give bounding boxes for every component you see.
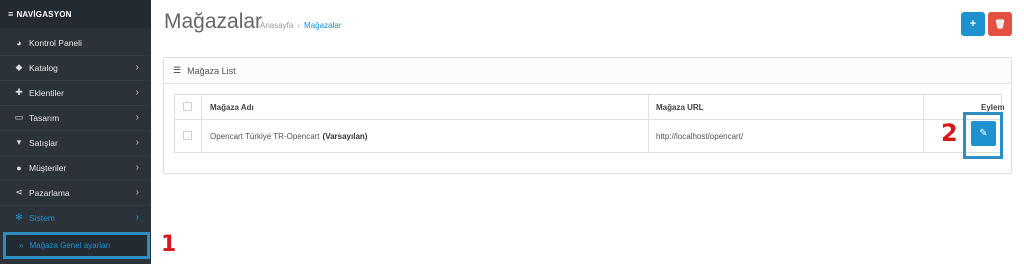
add-button[interactable]: + — [961, 12, 985, 36]
breadcrumb-home-link[interactable]: Anasayfa — [260, 21, 293, 30]
sidebar-item-label: Pazarlama — [29, 187, 70, 198]
chevron-right-icon: › — [135, 137, 139, 148]
store-table: Mağaza Adı Mağaza URL Eylem Opencart Tür… — [174, 94, 1005, 153]
chevron-right-icon: › — [135, 162, 139, 173]
pencil-icon: ✎ — [979, 128, 988, 139]
sidebar-item-label: Katalog — [29, 62, 58, 73]
sidebar-subitem-store-settings[interactable]: » Mağaza Genel ayarları — [3, 232, 150, 259]
store-name: Opencart Türkiye TR-Opencart — [210, 131, 320, 141]
chevron-right-icon: › — [135, 212, 139, 223]
puzzle-icon: ✚ — [15, 87, 23, 97]
column-header-store-name[interactable]: Mağaza Adı — [210, 95, 254, 119]
cart-icon: ▾ — [16, 137, 22, 147]
list-icon: ☰ — [173, 65, 182, 75]
sidebar-item-label: Satışlar — [29, 137, 58, 148]
sidebar: ≡ NAVİGASYON ◕ Kontrol Paneli ◆ Katalog … — [0, 0, 151, 264]
callout-number-one: 1 — [161, 232, 177, 257]
sidebar-item-dashboard[interactable]: ◕ Kontrol Paneli — [0, 30, 151, 55]
panel-heading: ☰ Mağaza List — [164, 58, 1011, 84]
store-list-panel: ☰ Mağaza List Mağaza Adı Mağaza URL Eyle… — [163, 57, 1012, 174]
store-name-cell: Opencart Türkiye TR-Opencart (Varsayılan) — [210, 120, 367, 152]
gear-icon: ✻ — [15, 212, 23, 222]
sidebar-item-label: Kontrol Paneli — [29, 37, 82, 48]
sidebar-item-label: Müşteriler — [29, 162, 67, 173]
callout-number-two: 2 — [941, 119, 958, 147]
sidebar-item-label: Tasarım — [29, 112, 60, 123]
sidebar-item-extensions[interactable]: ✚ Eklentiler › — [0, 80, 151, 105]
chevron-right-icon: › — [135, 187, 139, 198]
sidebar-item-sales[interactable]: ▾ Satışlar › — [0, 130, 151, 155]
delete-button[interactable]: 🗑 — [988, 12, 1012, 36]
store-url-cell: http://localhost/opencart/ — [656, 131, 744, 141]
panel-title: Mağaza List — [187, 65, 236, 76]
breadcrumb-separator: › — [297, 21, 301, 30]
page-title: Mağazalar — [164, 10, 263, 33]
column-divider — [923, 95, 924, 152]
edit-button[interactable]: ✎ — [971, 121, 996, 146]
breadcrumb-current-link[interactable]: Mağazalar — [304, 21, 341, 30]
monitor-icon: ▭ — [14, 112, 24, 122]
row-checkbox[interactable] — [183, 131, 192, 140]
share-icon: ⋖ — [15, 187, 23, 197]
chevron-right-icon: › — [135, 112, 139, 123]
dashboard-icon: ◕ — [16, 37, 22, 48]
user-icon: ● — [16, 162, 22, 173]
nav-header[interactable]: ≡ NAVİGASYON — [0, 0, 151, 28]
sidebar-item-customers[interactable]: ● Müşteriler › — [0, 155, 151, 180]
column-divider — [201, 95, 202, 152]
trash-icon: 🗑 — [994, 18, 1006, 29]
sidebar-item-marketing[interactable]: ⋖ Pazarlama › — [0, 180, 151, 205]
tag-icon: ◆ — [15, 62, 23, 72]
default-tag: (Varsayılan) — [322, 131, 368, 141]
sidebar-item-catalog[interactable]: ◆ Katalog › — [0, 55, 151, 80]
select-all-checkbox[interactable] — [183, 102, 192, 111]
plus-icon: + — [969, 18, 977, 30]
chevron-right-icon: › — [135, 87, 139, 98]
sidebar-subitem-label: Mağaza Genel ayarları — [29, 241, 111, 250]
sidebar-item-label: Sistem — [29, 212, 55, 223]
column-header-store-url[interactable]: Mağaza URL — [656, 95, 704, 119]
sidebar-item-design[interactable]: ▭ Tasarım › — [0, 105, 151, 130]
chevron-right-icon: › — [135, 62, 139, 73]
column-divider — [648, 95, 649, 152]
sidebar-item-system[interactable]: ✻ Sistem › — [0, 205, 151, 230]
sidebar-item-label: Eklentiler — [29, 87, 64, 98]
menu-icon[interactable]: ≡ — [8, 9, 13, 19]
nav-heading: NAVİGASYON — [16, 9, 72, 19]
double-chevron-right-icon: » — [19, 241, 24, 250]
breadcrumb: Anasayfa › Mağazalar — [260, 21, 341, 30]
